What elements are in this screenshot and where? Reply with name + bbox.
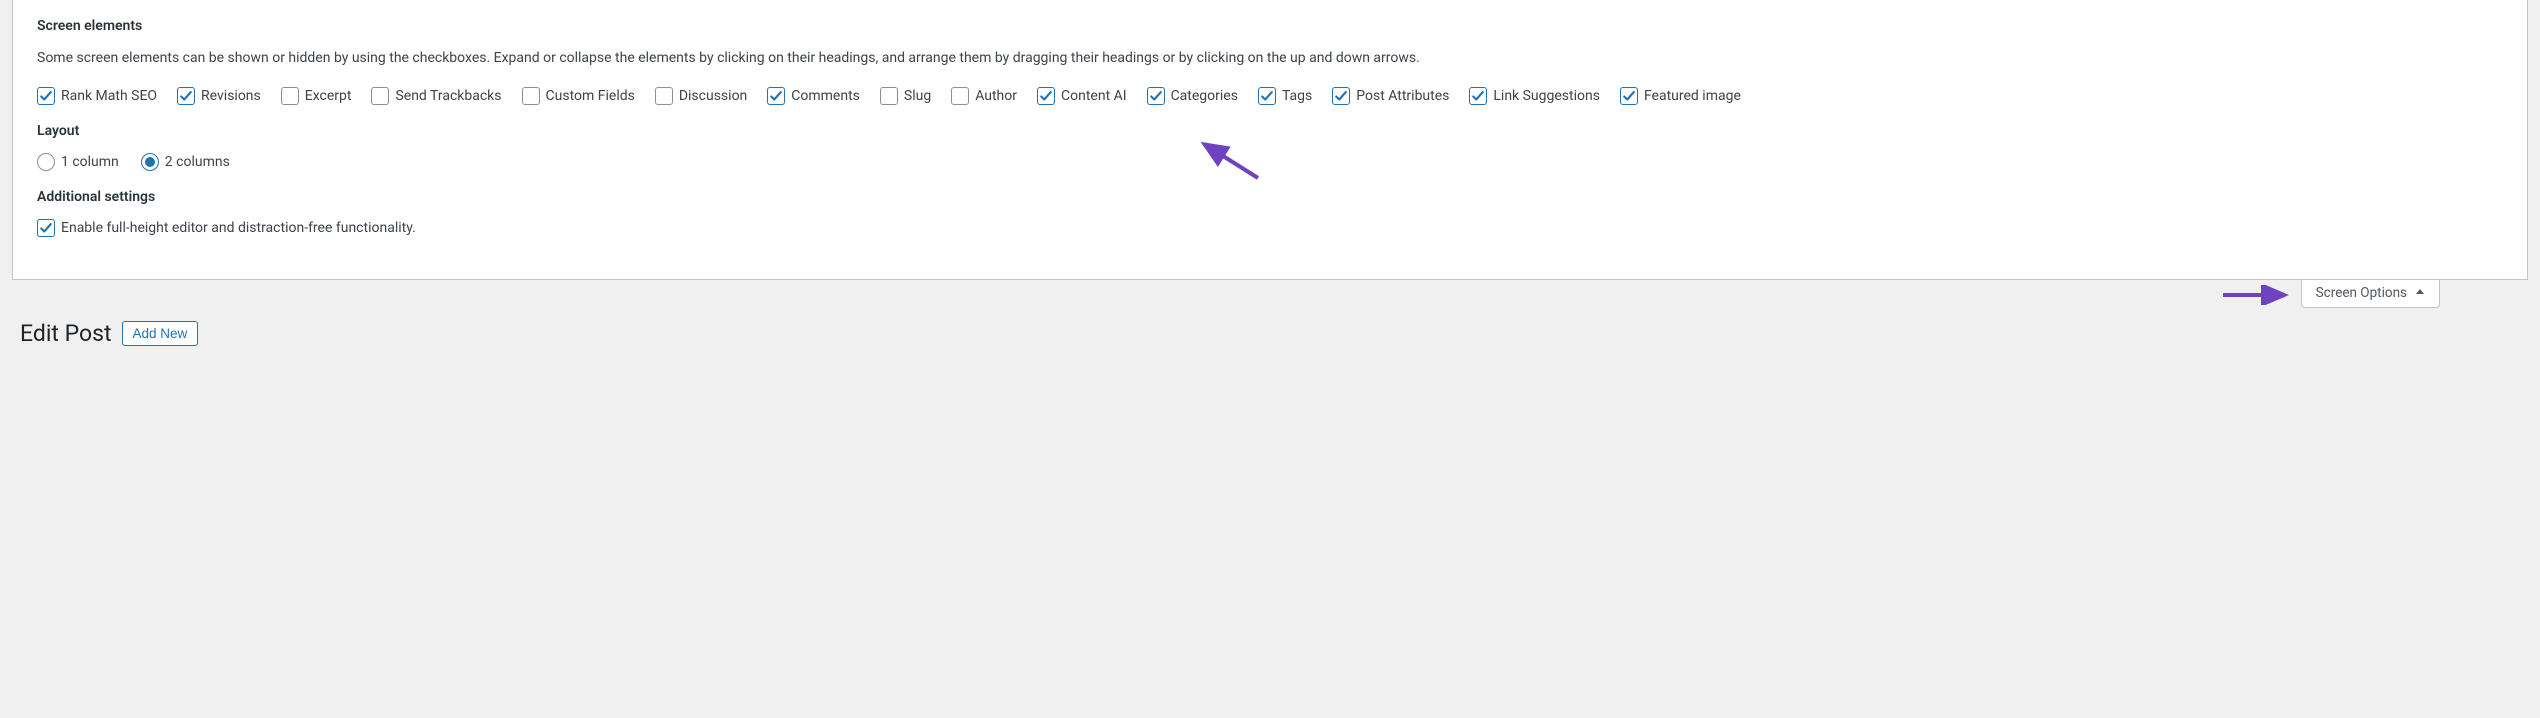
- checkbox-discussion[interactable]: Discussion: [655, 87, 747, 105]
- screen-elements-description: Some screen elements can be shown or hid…: [37, 48, 1517, 69]
- checkbox-label: Rank Math SEO: [61, 88, 157, 104]
- checkbox-label: Discussion: [679, 88, 747, 104]
- checkbox-custom-fields[interactable]: Custom Fields: [522, 87, 635, 105]
- checkbox-content-ai[interactable]: Content AI: [1037, 87, 1127, 105]
- checkbox-label: Content AI: [1061, 88, 1127, 104]
- checkbox-label: Excerpt: [305, 88, 352, 104]
- caret-up-icon: [2415, 285, 2425, 301]
- checkbox-label: Slug: [904, 88, 931, 104]
- screen-elements-heading: Screen elements: [37, 18, 2503, 34]
- checkbox-categories[interactable]: Categories: [1147, 87, 1238, 105]
- layout-radio-row: 1 column 2 columns: [37, 153, 2503, 171]
- layout-radio-1-column[interactable]: 1 column: [37, 153, 119, 171]
- checkbox-post-attributes[interactable]: Post Attributes: [1332, 87, 1449, 105]
- layout-heading: Layout: [37, 123, 2503, 139]
- checkbox-label: Author: [975, 88, 1017, 104]
- checkbox-box[interactable]: [37, 87, 55, 105]
- checkbox-box[interactable]: [767, 87, 785, 105]
- screen-options-tab-label: Screen Options: [2316, 285, 2407, 301]
- checkbox-label: Post Attributes: [1356, 88, 1449, 104]
- checkbox-box[interactable]: [371, 87, 389, 105]
- checkbox-box[interactable]: [1469, 87, 1487, 105]
- checkbox-box[interactable]: [1258, 87, 1276, 105]
- checkbox-box[interactable]: [655, 87, 673, 105]
- screen-options-tab-area: Screen Options: [0, 279, 2540, 308]
- additional-settings-grid: Enable full-height editor and distractio…: [37, 219, 2503, 237]
- checkbox-box[interactable]: [951, 87, 969, 105]
- checkbox-label: Tags: [1282, 88, 1312, 104]
- checkbox-rank-math-seo[interactable]: Rank Math SEO: [37, 87, 157, 105]
- screen-options-panel: Screen elements Some screen elements can…: [12, 0, 2528, 280]
- radio-label: 2 columns: [165, 154, 230, 170]
- checkbox-label: Custom Fields: [546, 88, 635, 104]
- page-title: Edit Post: [20, 320, 112, 347]
- checkbox-label: Link Suggestions: [1493, 88, 1600, 104]
- checkbox-box[interactable]: [281, 87, 299, 105]
- page-header: Edit Post Add New: [0, 308, 2540, 347]
- screen-elements-checkbox-grid: Rank Math SEO Revisions Excerpt Send Trackb…: [37, 87, 2503, 105]
- checkbox-box[interactable]: [1332, 87, 1350, 105]
- checkbox-label: Revisions: [201, 88, 261, 104]
- checkbox-box[interactable]: [880, 87, 898, 105]
- checkbox-author[interactable]: Author: [951, 87, 1017, 105]
- checkbox-revisions[interactable]: Revisions: [177, 87, 261, 105]
- checkbox-box[interactable]: [522, 87, 540, 105]
- checkbox-excerpt[interactable]: Excerpt: [281, 87, 352, 105]
- checkbox-box[interactable]: [1147, 87, 1165, 105]
- checkbox-full-height-editor[interactable]: Enable full-height editor and distractio…: [37, 219, 416, 237]
- layout-radio-2-columns[interactable]: 2 columns: [141, 153, 230, 171]
- radio-label: 1 column: [61, 154, 119, 170]
- additional-settings-heading: Additional settings: [37, 189, 2503, 205]
- add-new-button[interactable]: Add New: [122, 321, 199, 346]
- checkbox-send-trackbacks[interactable]: Send Trackbacks: [371, 87, 501, 105]
- checkbox-slug[interactable]: Slug: [880, 87, 931, 105]
- checkbox-label: Enable full-height editor and distractio…: [61, 220, 416, 236]
- checkbox-box[interactable]: [1037, 87, 1055, 105]
- checkbox-label: Categories: [1171, 88, 1238, 104]
- radio-button[interactable]: [141, 153, 159, 171]
- checkbox-tags[interactable]: Tags: [1258, 87, 1312, 105]
- checkbox-label: Comments: [791, 88, 860, 104]
- radio-button[interactable]: [37, 153, 55, 171]
- checkbox-link-suggestions[interactable]: Link Suggestions: [1469, 87, 1600, 105]
- annotation-arrow-screen-options: [2221, 285, 2291, 305]
- checkbox-comments[interactable]: Comments: [767, 87, 860, 105]
- checkbox-label: Send Trackbacks: [395, 88, 501, 104]
- checkbox-box[interactable]: [37, 219, 55, 237]
- checkbox-box[interactable]: [177, 87, 195, 105]
- checkbox-box[interactable]: [1620, 87, 1638, 105]
- checkbox-label: Featured image: [1644, 88, 1741, 104]
- checkbox-featured-image[interactable]: Featured image: [1620, 87, 1741, 105]
- screen-options-tab[interactable]: Screen Options: [2301, 279, 2440, 308]
